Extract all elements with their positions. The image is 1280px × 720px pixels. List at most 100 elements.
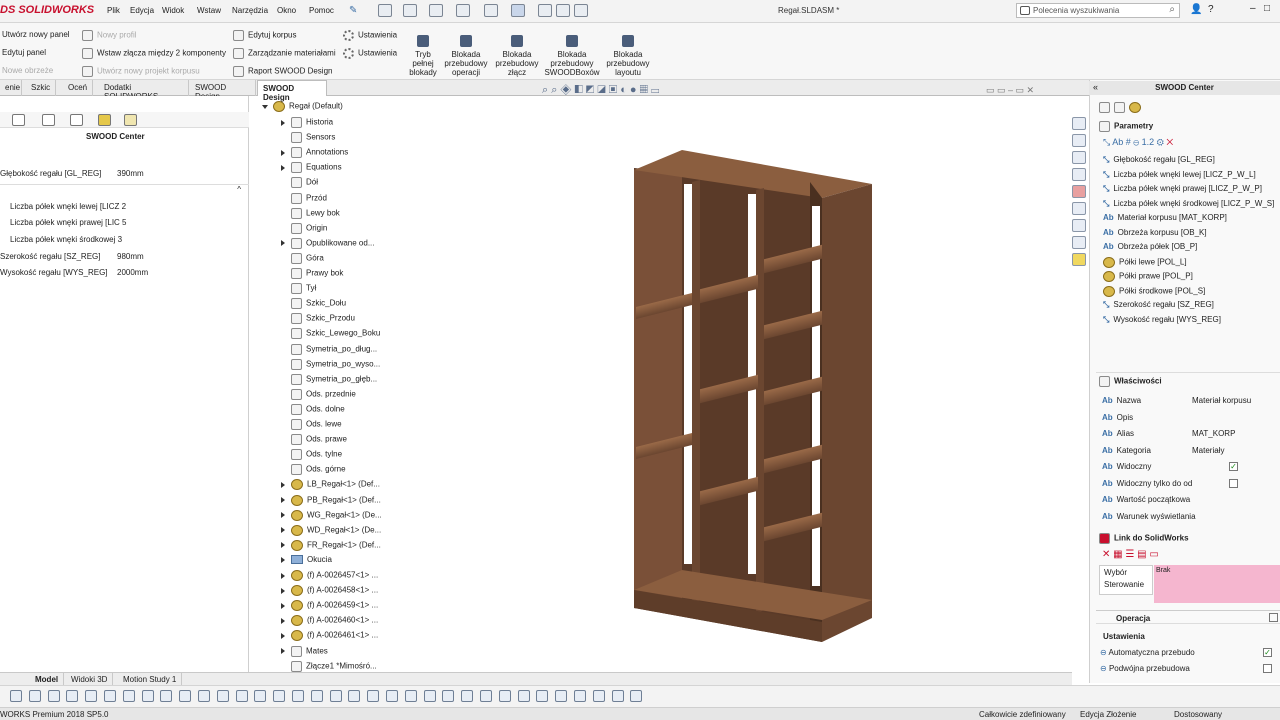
- side-home-icon[interactable]: [1072, 117, 1086, 130]
- options-icon[interactable]: [574, 4, 588, 17]
- featuremanager-icon[interactable]: [12, 114, 25, 126]
- toolbar-tool-icon[interactable]: [235, 690, 248, 702]
- tree-item[interactable]: Mates: [281, 645, 328, 657]
- tree-item[interactable]: (f) A-0026461<1> ...: [281, 630, 378, 642]
- expand-arrow-icon[interactable]: [281, 617, 285, 624]
- print-icon[interactable]: [456, 4, 470, 17]
- full-lock-button[interactable]: Tryb pełnej blokady: [404, 35, 442, 77]
- tree-item[interactable]: FR_Regał<1> (Def...: [281, 539, 381, 551]
- side-folder-icon[interactable]: [1072, 151, 1086, 164]
- search-input[interactable]: Polecenia wyszukiwania ⌕: [1016, 3, 1180, 18]
- tree-item[interactable]: Ods. prawe: [281, 434, 347, 446]
- toolbar-tool-icon[interactable]: [122, 690, 135, 702]
- tree-item[interactable]: (f) A-0026458<1> ...: [281, 585, 378, 597]
- side-swood-icon[interactable]: [1072, 253, 1086, 266]
- param-item[interactable]: ⤡ Liczba półek wnęki prawej [LICZ_P_W_P]: [1103, 184, 1262, 194]
- status-units[interactable]: Dostosowany: [1174, 710, 1222, 719]
- toolbar-tool-icon[interactable]: [592, 690, 605, 702]
- expand-arrow-icon[interactable]: [281, 542, 285, 549]
- insert-joints-button[interactable]: Wstaw złącza między 2 komponenty: [82, 48, 226, 59]
- param-item[interactable]: ⤡ Liczba półek wnęki środkowej [LICZ_P_W_…: [1103, 199, 1274, 209]
- tree-item[interactable]: Ods. tylne: [281, 449, 342, 461]
- properties-section[interactable]: Właściwości: [1099, 376, 1162, 387]
- tab-features[interactable]: enie: [0, 80, 22, 96]
- expand-arrow-icon[interactable]: [281, 119, 285, 126]
- tree-item[interactable]: Szkic_Lewego_Boku: [281, 328, 380, 340]
- side-view-icon[interactable]: [1072, 168, 1086, 181]
- toolbar-tool-icon[interactable]: [28, 690, 41, 702]
- edit-carcass-button[interactable]: Edytuj korpus: [233, 30, 296, 41]
- minimize-icon[interactable]: –: [1250, 3, 1256, 14]
- tree-item[interactable]: Ods. lewe: [281, 419, 342, 430]
- tab-sketch[interactable]: Szkic: [26, 80, 56, 96]
- lp-row-depth[interactable]: Głębokość regału [GL_REG] 390mm: [0, 169, 144, 178]
- toolbar-tool-icon[interactable]: [179, 690, 192, 702]
- tree-item[interactable]: Symetria_po_głęb...: [281, 373, 377, 385]
- heads-up-toolbar[interactable]: ⌕ ⌕ ◈ ◧ ◩ ◪ ▣ ◐ ● ▦ ▭: [542, 84, 659, 97]
- expand-arrow-icon[interactable]: [281, 240, 285, 247]
- param-item[interactable]: Półki prawe [POL_P]: [1103, 271, 1193, 282]
- tree-item[interactable]: Tył: [281, 283, 316, 295]
- toolbar-tool-icon[interactable]: [273, 690, 286, 702]
- swood-center-icon[interactable]: [124, 114, 137, 126]
- toolbar-tool-icon[interactable]: [498, 690, 511, 702]
- toolbar-tool-icon[interactable]: [198, 690, 210, 702]
- tree-item[interactable]: Historia: [281, 117, 333, 128]
- tree-item[interactable]: Sensors: [281, 132, 335, 144]
- side-display-icon[interactable]: [1072, 219, 1086, 232]
- tab-addins[interactable]: Dodatki SOLIDWORKS: [99, 80, 189, 101]
- lock-swoodbox-button[interactable]: Blokada przebudowy SWOODBoxów: [543, 35, 601, 77]
- menu-plik[interactable]: Plik: [107, 6, 120, 15]
- link-type-list[interactable]: Wybór Sterowanie: [1099, 565, 1153, 595]
- tree-item[interactable]: PB_Regał<1> (Def...: [281, 494, 381, 506]
- lock-layout-button[interactable]: Blokada przebudowy layoutu: [604, 35, 652, 77]
- toolbar-tool-icon[interactable]: [310, 690, 323, 702]
- param-item[interactable]: ⤡ Liczba półek wnęki lewej [LICZ_P_W_L]: [1103, 170, 1256, 180]
- tree-item[interactable]: Lewy bok: [281, 207, 340, 219]
- expand-arrow-icon[interactable]: [281, 527, 285, 534]
- tree-item[interactable]: Symetria_po_dług...: [281, 343, 377, 355]
- property-row[interactable]: Ab Nazwa Materiał korpusu: [1102, 396, 1278, 405]
- expand-arrow-icon[interactable]: [281, 587, 285, 594]
- tree-item[interactable]: (f) A-0026457<1> ...: [281, 570, 378, 581]
- link-toolbar[interactable]: ✕ ▦ ☰ ▤ ▭: [1102, 549, 1159, 560]
- operation-header[interactable]: Operacja: [1096, 610, 1280, 624]
- lp-row-width[interactable]: Szerokość regału [SZ_REG] 980mm: [0, 252, 144, 261]
- tree-item[interactable]: LB_Regał<1> (Def...: [281, 479, 380, 491]
- toolbar-tool-icon[interactable]: [10, 690, 22, 702]
- param-item[interactable]: Półki środkowe [POL_S]: [1103, 285, 1205, 297]
- side-key-icon[interactable]: [1072, 236, 1086, 249]
- expand-arrow-icon[interactable]: [281, 648, 285, 654]
- expand-arrow-icon[interactable]: [281, 556, 285, 563]
- toolbar-tool-icon[interactable]: [386, 690, 398, 702]
- property-row[interactable]: Ab Alias MAT_KORP: [1102, 429, 1278, 438]
- rebuild-icon[interactable]: [538, 4, 552, 17]
- menu-wstaw[interactable]: Wstaw: [197, 6, 221, 15]
- tree-item[interactable]: (f) A-0026460<1> ...: [281, 615, 378, 627]
- lp-row-shelves-middle[interactable]: Liczba półek wnęki środkowej 3: [0, 235, 122, 244]
- tree-item[interactable]: Dół: [281, 177, 318, 189]
- toolbar-tool-icon[interactable]: [480, 690, 492, 702]
- tree-item[interactable]: (f) A-0026459<1> ...: [281, 600, 378, 612]
- param-item[interactable]: Półki lewe [POL_L]: [1103, 256, 1187, 268]
- tree-item[interactable]: WD_Regał<1> (De...: [281, 524, 381, 536]
- property-checkbox[interactable]: [1229, 478, 1238, 488]
- auto-rebuild-checkbox[interactable]: ✓: [1263, 648, 1272, 657]
- user-icon[interactable]: 👤: [1190, 4, 1202, 15]
- link-section[interactable]: Link do SolidWorks: [1099, 533, 1189, 544]
- property-row[interactable]: Ab Widoczny ✓: [1102, 462, 1278, 471]
- property-row[interactable]: Ab Opis: [1102, 413, 1278, 422]
- menu-pomoc[interactable]: Pomoc: [309, 6, 334, 15]
- materials-button[interactable]: Zarządzanie materiałami: [233, 48, 336, 59]
- expand-arrow-icon[interactable]: [281, 602, 285, 609]
- param-item[interactable]: ⤡ Głębokość regału [GL_REG]: [1103, 155, 1215, 165]
- open-icon[interactable]: [403, 4, 417, 17]
- tab-evaluate[interactable]: Oceń: [63, 80, 93, 96]
- pin-icon[interactable]: ✎: [349, 5, 357, 16]
- auto-rebuild-row[interactable]: ⊖ Automatyczna przebudo ✓: [1100, 648, 1278, 657]
- bookshelf-model[interactable]: [600, 130, 900, 660]
- toolbar-tool-icon[interactable]: [423, 690, 436, 702]
- side-parts-icon[interactable]: [1072, 134, 1086, 147]
- toolbar-tool-icon[interactable]: [367, 690, 380, 702]
- tree-item[interactable]: Szkic_Przodu: [281, 313, 355, 325]
